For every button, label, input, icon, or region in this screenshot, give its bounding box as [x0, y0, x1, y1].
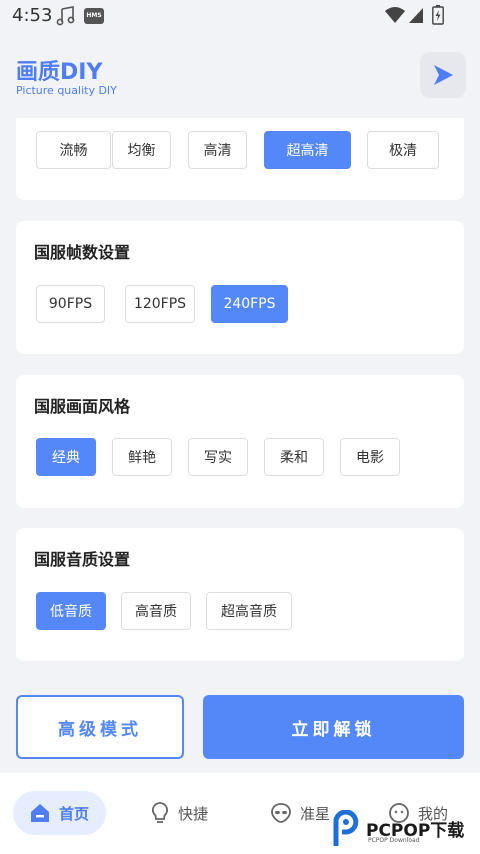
option-chip[interactable]: 超高音质: [206, 592, 292, 630]
option-chip[interactable]: 写实: [188, 438, 248, 476]
advanced-mode-button[interactable]: 高级模式: [16, 695, 184, 759]
music-note-icon: [56, 6, 75, 26]
home-icon: [31, 804, 49, 822]
play-button[interactable]: [420, 52, 466, 98]
tab-home[interactable]: 首页: [13, 791, 106, 835]
section-title: 国服帧数设置: [34, 243, 131, 262]
option-chip[interactable]: 90FPS: [36, 285, 105, 323]
option-chip[interactable]: 流畅: [36, 131, 111, 169]
option-chip[interactable]: 高清: [188, 131, 247, 169]
action-bar: 高级模式 立即解锁: [0, 678, 480, 773]
option-chip[interactable]: 极清: [367, 131, 439, 169]
tab-label: 快捷: [178, 804, 209, 823]
page-subtitle: Picture quality DIY: [16, 84, 117, 97]
tab-label: 准星: [300, 804, 331, 823]
option-chip[interactable]: 均衡: [112, 131, 171, 169]
watermark-subtext: PCPOP Download: [368, 837, 420, 844]
option-chip-selected[interactable]: 超高清: [264, 131, 351, 169]
option-chip-selected[interactable]: 240FPS: [211, 285, 288, 323]
cell-signal-icon: [409, 8, 423, 23]
alien-icon: [271, 803, 291, 823]
lightbulb-icon: [151, 802, 169, 823]
fps-card: 国服帧数设置 90FPS 120FPS 240FPS: [16, 221, 464, 354]
watermark: PCPOP下载 PCPOP Download: [332, 808, 480, 854]
status-bar: 4:53 HMS: [0, 0, 480, 32]
option-chip-selected[interactable]: 低音质: [36, 592, 106, 630]
unlock-now-button[interactable]: 立即解锁: [203, 695, 464, 759]
option-chip-selected[interactable]: 经典: [36, 438, 96, 476]
option-chip[interactable]: 鲜艳: [112, 438, 172, 476]
settings-list[interactable]: 流畅 均衡 高清 超高清 极清 国服帧数设置 90FPS 120FPS 240F…: [0, 118, 480, 678]
section-title: 国服画面风格: [34, 397, 131, 416]
option-chip[interactable]: 120FPS: [125, 285, 195, 323]
audio-card: 国服音质设置 低音质 高音质 超高音质: [16, 528, 464, 661]
status-time: 4:53: [12, 5, 53, 26]
play-icon: [434, 65, 453, 85]
quality-card: 流畅 均衡 高清 超高清 极清: [16, 118, 464, 200]
app-header: 画质DIY Picture quality DIY: [0, 32, 480, 118]
tab-shortcut[interactable]: 快捷: [150, 791, 240, 835]
tab-label: 首页: [59, 804, 90, 823]
page-title: 画质DIY: [16, 60, 103, 85]
battery-charging-icon: [432, 5, 444, 25]
hms-badge-icon: HMS: [84, 8, 104, 24]
pcpop-logo-icon: [333, 810, 359, 846]
wifi-icon: [385, 7, 405, 23]
option-chip[interactable]: 柔和: [264, 438, 324, 476]
option-chip[interactable]: 高音质: [121, 592, 191, 630]
option-chip[interactable]: 电影: [340, 438, 400, 476]
section-title: 国服音质设置: [34, 550, 131, 569]
style-card: 国服画面风格 经典 鲜艳 写实 柔和 电影: [16, 375, 464, 508]
